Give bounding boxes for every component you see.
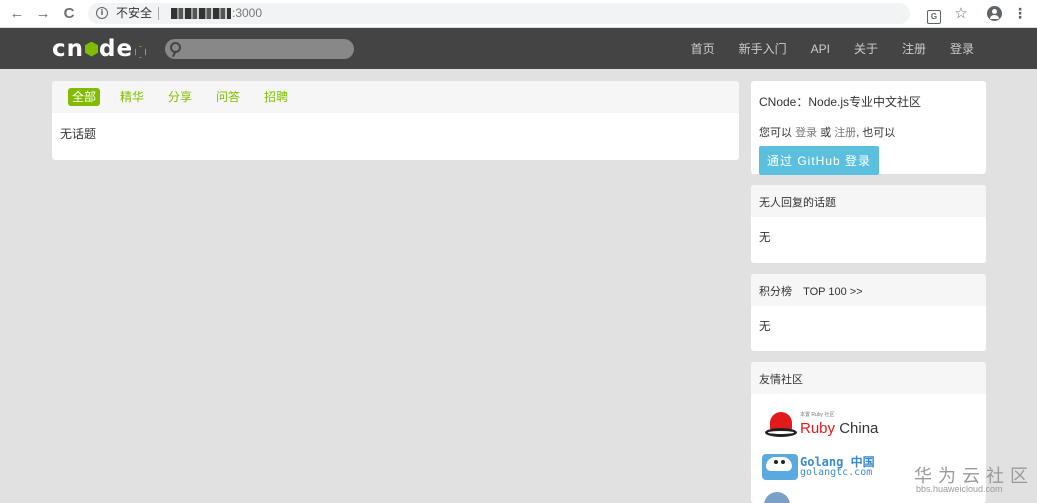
tab-job[interactable]: 招聘	[260, 88, 292, 106]
community-tagline: CNode：Node.js专业中文社区	[759, 95, 922, 109]
address-separator	[158, 7, 159, 20]
masked-host	[171, 8, 231, 19]
logo-letter-c: c	[52, 36, 67, 62]
china-word: China	[835, 420, 879, 437]
tab-all[interactable]: 全部	[68, 88, 101, 106]
cnode-logo[interactable]: c n de	[52, 36, 147, 62]
address-bar[interactable]: i 不安全 :3000	[88, 3, 910, 24]
score-title: 积分榜	[759, 286, 792, 298]
translate-glyph: G	[927, 10, 941, 24]
ruby-word: Ruby	[800, 420, 836, 437]
account-icon[interactable]	[984, 4, 1004, 24]
topic-list-panel: 全部 精华 分享 问答 招聘 无话题	[52, 81, 739, 160]
tab-good[interactable]: 精华	[116, 88, 148, 106]
login-prefix: 您可以	[759, 127, 792, 139]
site-navbar: c n de 首页 新手入门 API 关于 注册 登录	[0, 28, 1037, 69]
register-link[interactable]: 注册	[834, 127, 856, 139]
login-or: 或	[820, 127, 832, 139]
login-link[interactable]: 登录	[795, 127, 817, 139]
info-icon[interactable]: i	[96, 7, 108, 19]
login-suffix: , 也可以	[856, 127, 896, 139]
intro-panel: CNode：Node.js专业中文社区 您可以 登录 或 注册, 也可以 通过 …	[751, 81, 986, 175]
score-panel: 积分榜 TOP 100 >> 无	[751, 274, 986, 351]
ruby-china-text: Ruby China	[800, 420, 878, 437]
forward-icon[interactable]: →	[33, 4, 53, 24]
tab-ask[interactable]: 问答	[212, 88, 244, 106]
nav-home[interactable]: 首页	[691, 40, 715, 57]
partner-logo-icon[interactable]	[764, 492, 790, 503]
security-status[interactable]: 不安全	[116, 6, 152, 21]
gopher-icon	[762, 454, 798, 480]
reload-icon[interactable]: C	[59, 4, 79, 24]
score-body: 无	[759, 321, 771, 333]
nav-login[interactable]: 登录	[950, 40, 974, 57]
browser-toolbar: ← → C i 不安全 :3000 G ☆ ⋮	[0, 0, 1037, 28]
top100-link[interactable]: TOP 100 >>	[803, 286, 863, 298]
translate-icon[interactable]: G	[924, 4, 944, 24]
search-icon	[170, 42, 181, 53]
github-login-button[interactable]: 通过 GitHub 登录	[759, 146, 880, 175]
friends-title: 友情社区	[751, 362, 986, 394]
browser-menu-icon[interactable]: ⋮	[1010, 4, 1030, 24]
nav-getting-started[interactable]: 新手入门	[739, 40, 787, 57]
nav-about[interactable]: 关于	[854, 40, 878, 57]
no-reply-panel: 无人回复的话题 无	[751, 185, 986, 263]
logo-letters-de: de	[99, 36, 134, 62]
empty-topics-text: 无话题	[60, 127, 97, 141]
search-input[interactable]	[165, 39, 354, 59]
logo-node-badge-icon	[135, 46, 147, 58]
back-icon[interactable]: ←	[7, 4, 27, 24]
tab-share[interactable]: 分享	[164, 88, 196, 106]
golang-url: golangtc.com	[800, 467, 873, 478]
logo-hexagon-icon	[85, 41, 99, 57]
url-port: :3000	[232, 6, 263, 20]
golang-china-logo[interactable]: Golang 中国 golangtc.com	[762, 452, 892, 482]
nav-register[interactable]: 注册	[902, 40, 926, 57]
login-prompt: 您可以 登录 或 注册, 也可以	[759, 124, 978, 140]
no-reply-title: 无人回复的话题	[751, 185, 986, 217]
nav-links: 首页 新手入门 API 关于 注册 登录	[667, 28, 974, 69]
score-header: 积分榜 TOP 100 >>	[751, 274, 986, 306]
ruby-china-logo[interactable]: 本置 Ruby 社区 Ruby China	[763, 409, 893, 443]
no-reply-body: 无	[759, 232, 771, 244]
account-avatar	[986, 6, 1002, 21]
ruby-hat-icon	[765, 412, 797, 438]
topic-tabs: 全部 精华 分享 问答 招聘	[52, 81, 739, 113]
bookmark-star-icon[interactable]: ☆	[951, 4, 971, 24]
logo-letter-n: n	[66, 36, 85, 62]
ruby-small-caption: 本置 Ruby 社区	[800, 412, 835, 418]
nav-api[interactable]: API	[811, 42, 830, 56]
watermark-url: bbs.huaweicloud.com	[916, 484, 1003, 494]
ruby-hat-brim	[765, 428, 797, 437]
